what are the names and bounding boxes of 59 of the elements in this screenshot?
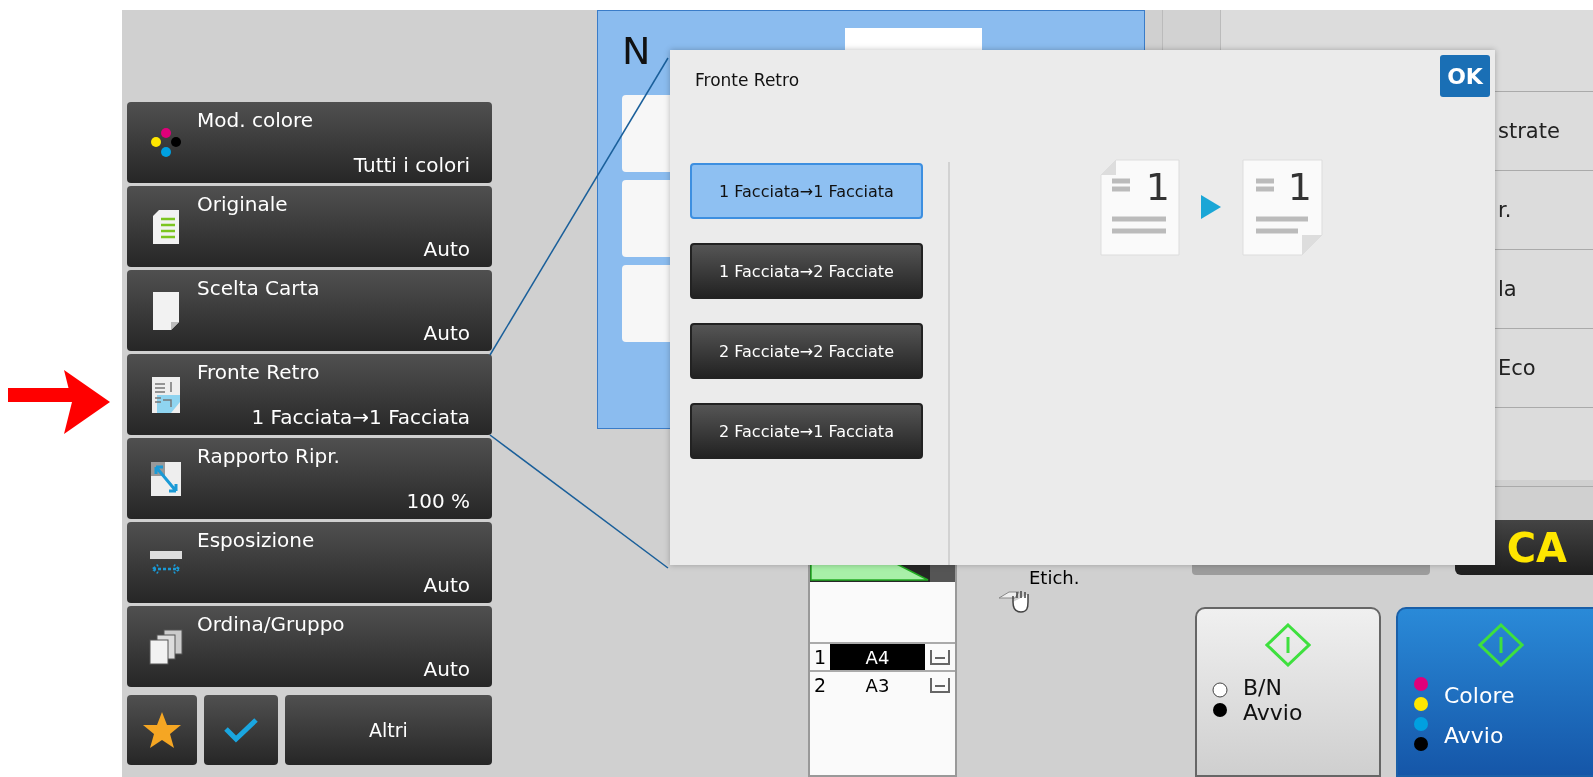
setting-button[interactable]: Scelta Carta Auto (127, 270, 492, 351)
setting-button[interactable]: Rapporto Ripr. 100 % (127, 438, 492, 519)
play-arrow-icon (1200, 194, 1222, 220)
paper-sheet-icon (152, 290, 180, 331)
duplex-option[interactable]: 1 Facciata→2 Facciate (690, 243, 923, 299)
setting-value: Tutti i colori (352, 153, 470, 177)
setting-button[interactable]: Ordina/Gruppo Auto (127, 606, 492, 687)
ok-button[interactable]: OK (1440, 55, 1490, 97)
tray-icon (929, 648, 951, 666)
check-button[interactable] (204, 695, 278, 765)
setting-value: Auto (422, 237, 470, 261)
duplex-option[interactable]: 1 Facciata→1 Facciata (690, 163, 923, 219)
setting-label: Mod. colore (197, 108, 314, 132)
exposure-icon (149, 548, 183, 577)
drawer-number: 1 (812, 646, 828, 668)
setting-value: 100 % (405, 489, 470, 513)
start-icon (1478, 623, 1524, 667)
duplex-option[interactable]: 2 Facciate→2 Facciate (690, 323, 923, 379)
setting-value: Auto (422, 573, 470, 597)
setting-value: Auto (422, 657, 470, 681)
mono-dots-icon (1211, 681, 1229, 719)
stacked-pages-icon (148, 628, 184, 665)
setting-button[interactable]: Esposizione Auto (127, 522, 492, 603)
start-button[interactable]: Colore Avvio (1396, 607, 1593, 777)
hand-cursor-icon (997, 588, 1031, 614)
duplex-option[interactable]: 2 Facciate→1 Facciata (690, 403, 923, 459)
start-icon (1265, 623, 1311, 667)
setting-label: Scelta Carta (197, 276, 321, 300)
star-icon (142, 711, 182, 749)
tray-icon (929, 676, 951, 694)
dialog-title: Fronte Retro (695, 70, 800, 90)
setting-label: Fronte Retro (197, 360, 321, 384)
paper-size: A4 (830, 644, 925, 670)
drawer-number: 2 (812, 674, 828, 696)
more-button[interactable]: Altri (285, 695, 492, 765)
page-icon (1242, 158, 1324, 256)
duplex-page-icon (151, 375, 181, 414)
tray-drawer[interactable]: 1 A4 (810, 642, 955, 670)
tray-drawer[interactable]: 2 A3 (810, 670, 955, 698)
setting-label: Esposizione (197, 528, 316, 552)
label-caption: Etich. (1029, 567, 1080, 588)
page-number: 1 (1287, 164, 1312, 209)
setting-button[interactable]: Originale Auto (127, 186, 492, 267)
copies-label: N (622, 29, 651, 73)
paper-size: A3 (864, 673, 891, 698)
favorite-button[interactable] (127, 695, 197, 765)
setting-button[interactable]: Fronte Retro 1 Facciata→1 Facciata (127, 354, 492, 435)
setting-label: Rapporto Ripr. (197, 444, 341, 468)
document-icon (152, 208, 180, 245)
start-button[interactable]: B/N Avvio (1195, 607, 1381, 777)
setting-button[interactable]: Mod. colore Tutti i colori (127, 102, 492, 183)
page-icon (1100, 158, 1180, 256)
setting-value: 1 Facciata→1 Facciata (250, 405, 470, 429)
color-dots-icon (149, 125, 183, 160)
page-number: 1 (1145, 164, 1170, 209)
setting-value: Auto (422, 321, 470, 345)
setting-label: Ordina/Gruppo (197, 612, 346, 636)
setting-label: Originale (197, 192, 289, 216)
checkmark-icon (223, 717, 259, 743)
